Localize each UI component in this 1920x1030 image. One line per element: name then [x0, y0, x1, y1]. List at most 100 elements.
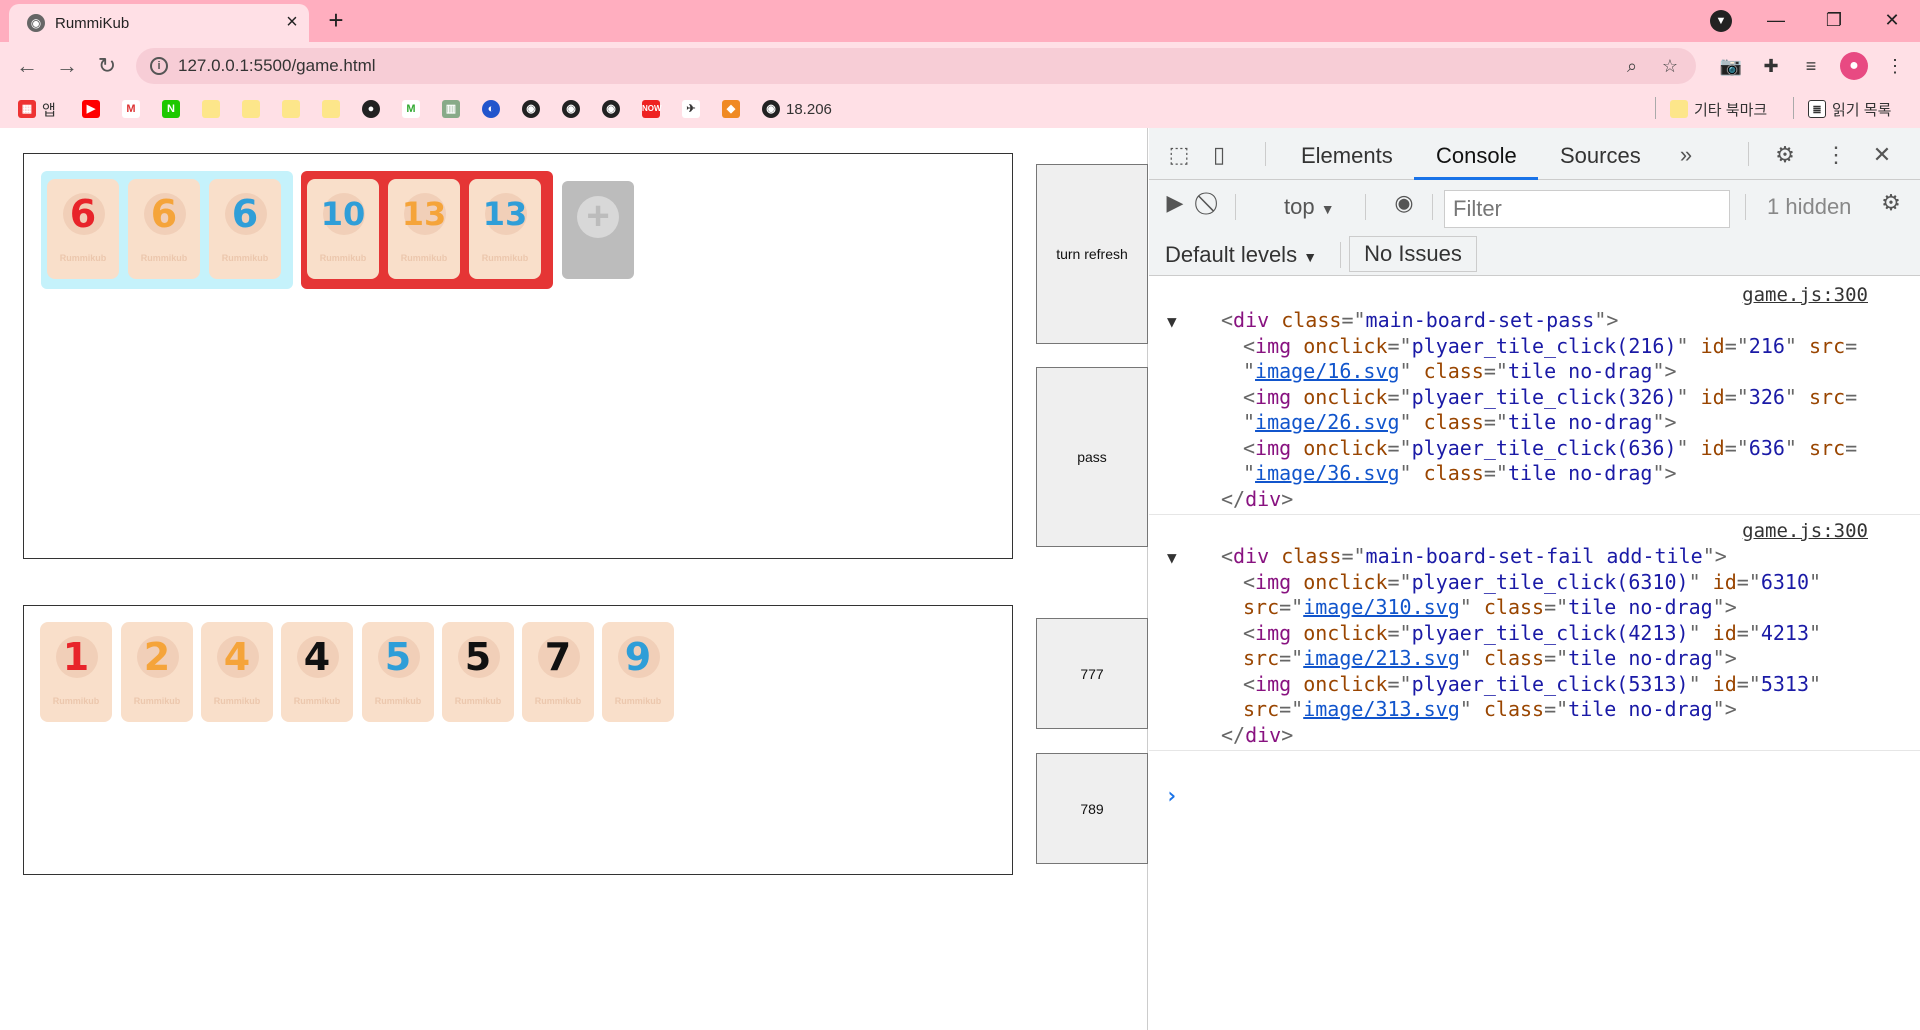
back-arrow-icon[interactable]: ← — [12, 52, 42, 80]
console-line: "image/26.svg" class="tile no-drag"> — [1243, 410, 1677, 434]
bookmark-divider — [1793, 97, 1794, 119]
bookmark-globe-3[interactable]: ◉ — [602, 99, 626, 119]
live-expression-eye-icon[interactable]: ◉ — [1390, 189, 1418, 217]
devtools-menu-icon[interactable]: ⋮ — [1822, 141, 1850, 169]
bookmark-youtube[interactable]: ▶ — [82, 99, 106, 119]
expand-caret-icon[interactable]: ▼ — [1167, 548, 1177, 567]
sort-777-button[interactable]: 777 — [1036, 618, 1148, 729]
extensions-puzzle-icon[interactable]: ✚ — [1758, 53, 1784, 79]
close-window-button[interactable]: ✕ — [1872, 6, 1912, 34]
bookmark-globe-2[interactable]: ◉ — [562, 99, 586, 119]
tile-brand: Rummikub — [133, 696, 181, 706]
tile-number: 2 — [143, 635, 171, 679]
console-line: src="image/313.svg" class="tile no-drag"… — [1243, 697, 1737, 721]
board-set-pass: 6 Rummikub 6 Rummikub 6 Rummikub — [41, 171, 293, 289]
address-bar[interactable]: i 127.0.0.1:5500/game.html ⌕ ☆ — [136, 48, 1696, 84]
reload-icon[interactable]: ↻ — [92, 52, 122, 80]
hand-tile[interactable]: 1 Rummikub — [40, 622, 112, 722]
bookmark-steam[interactable]: ✈ — [682, 99, 706, 119]
bookmark-naver[interactable]: N — [162, 99, 186, 119]
more-tabs-icon[interactable]: » — [1672, 141, 1700, 169]
log-levels-dropdown[interactable]: Default levels ▼ — [1165, 242, 1317, 268]
add-set-button[interactable]: + — [562, 181, 634, 279]
settings-gear-icon[interactable]: ⚙ — [1771, 141, 1799, 169]
close-tab-icon[interactable]: × — [281, 11, 303, 33]
profile-avatar[interactable]: ● — [1840, 52, 1868, 80]
minimize-button[interactable]: — — [1756, 6, 1796, 34]
bookmark-globe-1[interactable]: ◉ — [522, 99, 546, 119]
turn-refresh-button[interactable]: turn refresh — [1036, 164, 1148, 344]
hand-tile[interactable]: 2 Rummikub — [121, 622, 193, 722]
bookmark-folder-2[interactable] — [242, 99, 266, 119]
media-playlist-icon[interactable]: ≡ — [1798, 53, 1824, 79]
new-tab-button[interactable]: + — [322, 7, 350, 35]
clear-console-icon[interactable]: ⃠ — [1197, 189, 1225, 217]
bookmark-cube[interactable]: ◆ — [722, 99, 746, 119]
site-info-icon[interactable]: i — [150, 57, 168, 75]
globe-icon: ◉ — [522, 100, 540, 118]
board-tile[interactable]: 13 Rummikub — [469, 179, 541, 279]
console-line: <img onclick="plyaer_tile_click(326)" id… — [1243, 385, 1858, 409]
tile-number: 4 — [223, 635, 251, 679]
console-settings-icon[interactable]: ⚙ — [1877, 189, 1905, 217]
restore-button[interactable]: ❐ — [1814, 6, 1854, 34]
circle-logo-icon: ◐ — [482, 100, 500, 118]
bookmark-star-icon[interactable]: ☆ — [1658, 54, 1682, 78]
bookmark-folder-3[interactable] — [282, 99, 306, 119]
sort-789-button[interactable]: 789 — [1036, 753, 1148, 864]
reading-list[interactable]: ≣ 읽기 목록 — [1808, 99, 1891, 119]
board-tile[interactable]: 10 Rummikub — [307, 179, 379, 279]
console-output: game.js:300 ▼ <div class="main-board-set… — [1149, 276, 1920, 1030]
bookmark-folder-1[interactable] — [202, 99, 226, 119]
tab-sources[interactable]: Sources — [1560, 143, 1641, 169]
bookmark-now[interactable]: NOW — [642, 99, 666, 119]
browser-menu-icon[interactable]: ⋮ — [1882, 53, 1908, 79]
hand-tile[interactable]: 5 Rummikub — [362, 622, 434, 722]
board-tile[interactable]: 6 Rummikub — [209, 179, 281, 279]
board-tile[interactable]: 6 Rummikub — [128, 179, 200, 279]
forward-arrow-icon[interactable]: → — [52, 52, 82, 80]
bookmark-github[interactable]: ● — [362, 99, 386, 119]
issues-button[interactable]: No Issues — [1349, 236, 1477, 272]
pass-button[interactable]: pass — [1036, 367, 1148, 547]
tile-number: 6 — [150, 192, 178, 236]
tile-brand: Rummikub — [400, 253, 448, 263]
inspect-element-icon[interactable]: ⬚ — [1165, 141, 1193, 169]
expand-caret-icon[interactable]: ▼ — [1167, 312, 1177, 331]
tab-elements[interactable]: Elements — [1301, 143, 1393, 169]
console-filter-input[interactable]: Filter — [1444, 190, 1730, 228]
context-selector[interactable]: top ▼ — [1284, 194, 1335, 220]
bookmark-apps[interactable]: ▦ 앱 — [18, 99, 56, 119]
camera-icon[interactable]: 📷 — [1718, 53, 1744, 79]
browser-tab[interactable]: ◉ RummiKub × — [9, 4, 309, 42]
bookmark-folder-4[interactable] — [322, 99, 346, 119]
hand-tile[interactable]: 9 Rummikub — [602, 622, 674, 722]
source-link[interactable]: game.js:300 — [1742, 520, 1868, 542]
bookmark-circle-logo[interactable]: ◐ — [482, 99, 506, 119]
cube-icon: ◆ — [722, 100, 740, 118]
hand-tile[interactable]: 5 Rummikub — [442, 622, 514, 722]
device-toolbar-icon[interactable]: ▯ — [1205, 141, 1233, 169]
tile-number: 10 — [320, 195, 366, 233]
tile-brand: Rummikub — [52, 696, 100, 706]
close-devtools-icon[interactable]: ✕ — [1868, 141, 1896, 169]
hand-tile[interactable]: 4 Rummikub — [281, 622, 353, 722]
devtools-tabbar: ⬚ ▯ Elements Console Sources » ⚙ ⋮ ✕ — [1149, 128, 1920, 180]
bookmark-building[interactable]: ▥ — [442, 99, 466, 119]
hand-tile[interactable]: 4 Rummikub — [201, 622, 273, 722]
hand-tile[interactable]: 7 Rummikub — [522, 622, 594, 722]
zoom-icon[interactable]: ⌕ — [1620, 54, 1644, 78]
bookmark-m[interactable]: M — [402, 99, 426, 119]
tab-console[interactable]: Console — [1436, 143, 1517, 169]
console-line: <img onclick="plyaer_tile_click(5313)" i… — [1243, 672, 1822, 696]
board-tile[interactable]: 13 Rummikub — [388, 179, 460, 279]
tab-search-icon[interactable]: ▼ — [1710, 10, 1732, 32]
source-link[interactable]: game.js:300 — [1742, 284, 1868, 306]
bookmark-other[interactable]: 기타 북마크 — [1670, 99, 1767, 119]
bookmark-18206[interactable]: ◉ 18.206 — [762, 99, 832, 119]
console-prompt-caret-icon[interactable]: › — [1165, 784, 1178, 809]
bookmark-gmail[interactable]: M — [122, 99, 146, 119]
board-tile[interactable]: 6 Rummikub — [47, 179, 119, 279]
sidebar-toggle-icon[interactable]: ▶ — [1161, 189, 1189, 217]
console-line: src="image/213.svg" class="tile no-drag"… — [1243, 646, 1737, 670]
